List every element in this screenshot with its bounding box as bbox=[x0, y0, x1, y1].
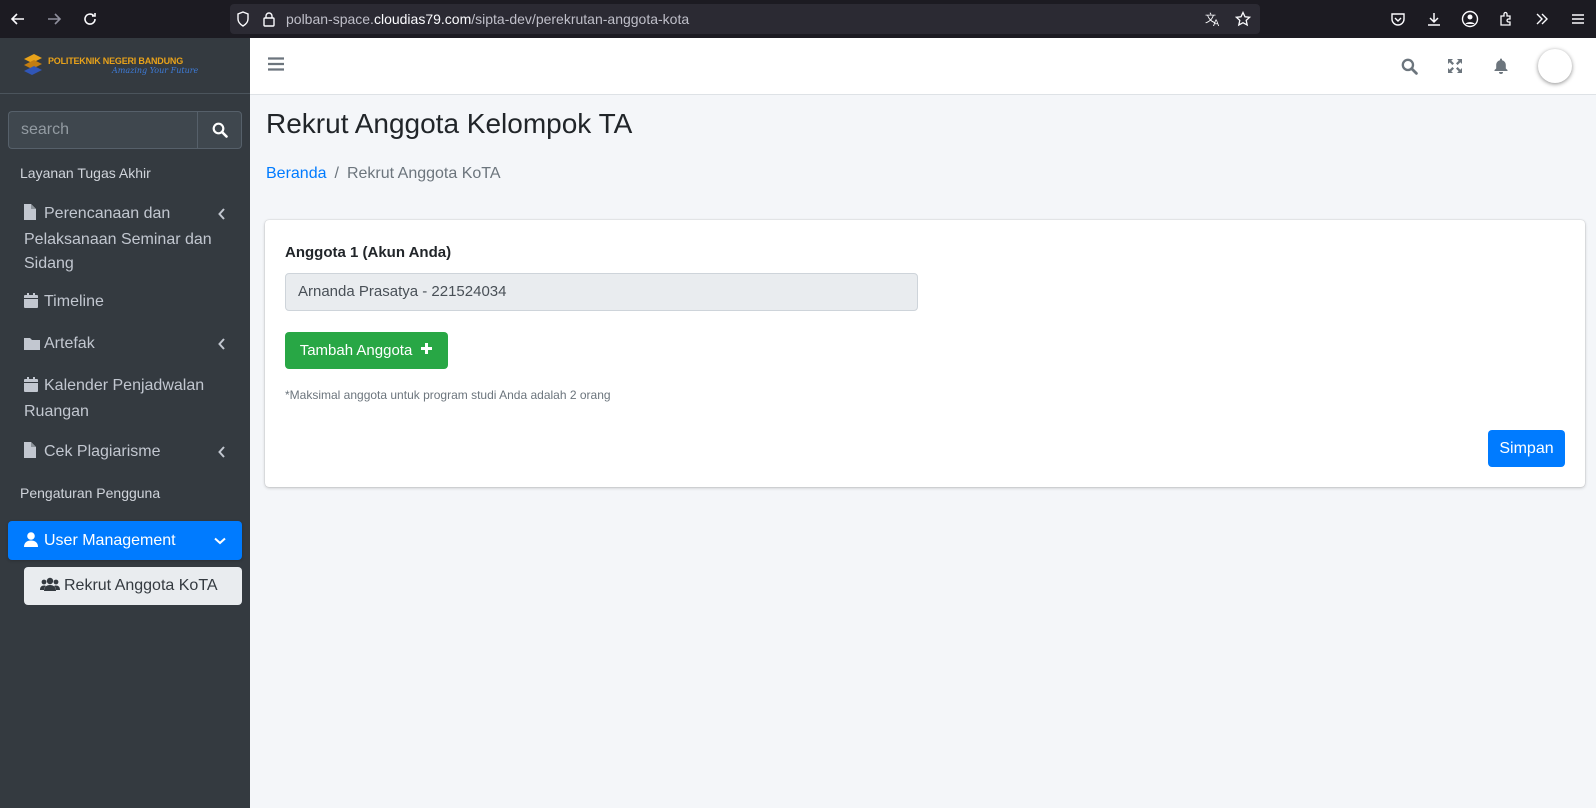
brand-logo-link[interactable]: POLITEKNIK NEGERI BANDUNG Amazing Your F… bbox=[0, 38, 250, 94]
sidebar-search-button[interactable] bbox=[197, 111, 242, 149]
breadcrumb-current: Rekrut Anggota KoTA bbox=[346, 165, 501, 182]
sidebar-item-label: Timeline bbox=[44, 293, 104, 310]
address-bar[interactable]: polban-space.cloudias79.com/sipta-dev/pe… bbox=[230, 4, 1260, 34]
sidebar-item-kalender[interactable]: Kalender Penjadwalan Ruangan bbox=[8, 374, 242, 422]
recruit-form-card: Anggota 1 (Akun Anda) Arnanda Prasatya -… bbox=[265, 220, 1585, 487]
brand-name: POLITEKNIK NEGERI BANDUNG bbox=[48, 56, 184, 66]
sidebar-subitem-rekrut-anggota[interactable]: Rekrut Anggota KoTA bbox=[24, 567, 242, 605]
chevron-left-icon bbox=[218, 204, 226, 228]
plus-icon bbox=[420, 342, 433, 359]
sidebar-item-label: Perencanaan dan Pelaksanaan Seminar dan … bbox=[24, 205, 212, 272]
sidebar: POLITEKNIK NEGERI BANDUNG Amazing Your F… bbox=[0, 38, 250, 808]
app-menu-icon[interactable] bbox=[1560, 0, 1596, 38]
add-member-button[interactable]: Tambah Anggota bbox=[285, 332, 448, 369]
shield-icon[interactable] bbox=[230, 11, 256, 27]
chevron-left-icon bbox=[218, 334, 226, 358]
forward-arrow-icon[interactable] bbox=[36, 1, 72, 37]
calendar-icon bbox=[24, 376, 40, 400]
chevron-down-icon bbox=[214, 521, 226, 560]
translate-icon[interactable]: 文A bbox=[1200, 4, 1226, 34]
folder-icon bbox=[24, 334, 40, 358]
breadcrumb-separator: / bbox=[334, 165, 339, 182]
search-icon bbox=[212, 122, 228, 138]
sidebar-item-artefak[interactable]: Artefak bbox=[8, 332, 242, 358]
chevron-left-icon bbox=[218, 442, 226, 466]
calendar-icon bbox=[24, 292, 40, 316]
back-arrow-icon[interactable] bbox=[0, 1, 36, 37]
sidebar-search bbox=[8, 111, 242, 149]
sidebar-item-user-management[interactable]: User Management bbox=[8, 521, 242, 560]
nav-header-pengaturan: Pengaturan Pengguna bbox=[20, 485, 161, 501]
hamburger-menu-icon[interactable] bbox=[268, 57, 284, 76]
add-member-button-label: Tambah Anggota bbox=[299, 342, 413, 359]
sidebar-item-label: Cek Plagiarisme bbox=[44, 443, 161, 460]
users-icon bbox=[40, 568, 60, 606]
sidebar-search-input[interactable] bbox=[8, 111, 197, 149]
member-1-label: Anggota 1 (Akun Anda) bbox=[285, 244, 452, 261]
breadcrumb: Beranda / Rekrut Anggota KoTA bbox=[266, 165, 501, 183]
fullscreen-icon[interactable] bbox=[1432, 58, 1478, 74]
url-text: polban-space.cloudias79.com/sipta-dev/pe… bbox=[286, 11, 690, 27]
breadcrumb-home-link[interactable]: Beranda bbox=[266, 165, 327, 183]
account-icon[interactable] bbox=[1452, 0, 1488, 38]
overflow-chevron-icon[interactable] bbox=[1524, 0, 1560, 38]
member-1-field[interactable]: Arnanda Prasatya - 221524034 bbox=[285, 273, 918, 311]
star-icon[interactable] bbox=[1230, 4, 1256, 34]
user-icon bbox=[24, 523, 40, 562]
polban-logo-icon bbox=[24, 53, 42, 75]
brand-tagline: Amazing Your Future bbox=[112, 66, 199, 75]
sidebar-item-timeline[interactable]: Timeline bbox=[8, 290, 242, 316]
max-members-note: *Maksimal anggota untuk program studi An… bbox=[285, 388, 611, 402]
sidebar-item-cek-plagiarisme[interactable]: Cek Plagiarisme bbox=[8, 440, 242, 466]
avatar[interactable] bbox=[1538, 49, 1572, 83]
page-title: Rekrut Anggota Kelompok TA bbox=[266, 108, 633, 139]
save-button[interactable]: Simpan bbox=[1488, 430, 1565, 467]
search-icon[interactable] bbox=[1386, 58, 1432, 75]
lock-icon[interactable] bbox=[256, 11, 282, 27]
nav-header-layanan: Layanan Tugas Akhir bbox=[20, 165, 151, 181]
sidebar-item-label: Kalender Penjadwalan Ruangan bbox=[24, 377, 205, 420]
bell-icon[interactable] bbox=[1478, 58, 1524, 74]
browser-toolbar: polban-space.cloudias79.com/sipta-dev/pe… bbox=[0, 0, 1596, 38]
sidebar-item-perencanaan[interactable]: Perencanaan dan Pelaksanaan Seminar dan … bbox=[8, 202, 242, 274]
svg-text:A: A bbox=[1213, 19, 1220, 27]
pocket-icon[interactable] bbox=[1380, 0, 1416, 38]
file-icon bbox=[24, 442, 40, 466]
reload-icon[interactable] bbox=[72, 1, 108, 37]
top-navbar bbox=[250, 38, 1596, 95]
download-icon[interactable] bbox=[1416, 0, 1452, 38]
sidebar-subitem-label: Rekrut Anggota KoTA bbox=[64, 577, 218, 594]
sidebar-item-label: Artefak bbox=[44, 335, 95, 352]
file-icon bbox=[24, 204, 40, 228]
extensions-icon[interactable] bbox=[1488, 0, 1524, 38]
sidebar-item-label: User Management bbox=[44, 532, 176, 549]
